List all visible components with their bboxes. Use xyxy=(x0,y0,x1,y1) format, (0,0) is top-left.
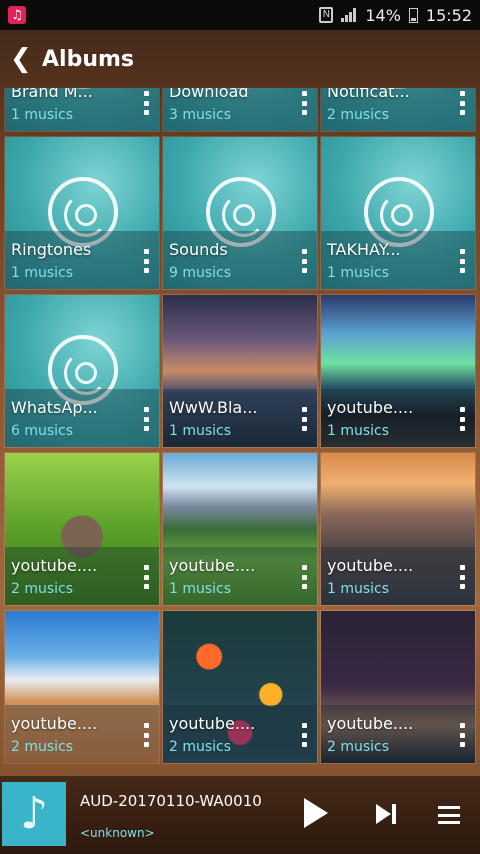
album-tile[interactable]: youtube.... 2 musics xyxy=(4,452,160,606)
album-name: youtube.... xyxy=(327,714,414,733)
track-title: AUD-20170110-WA0010 xyxy=(80,792,262,810)
album-tile[interactable]: youtube.... 2 musics xyxy=(4,610,160,764)
more-vertical-icon[interactable] xyxy=(143,407,149,431)
more-vertical-icon[interactable] xyxy=(143,91,149,115)
album-name: youtube.... xyxy=(11,556,98,575)
mini-player[interactable]: ♪ AUD-20170110-WA0010 <unknown> xyxy=(0,776,480,854)
album-tile[interactable]: WhatsAp... 6 musics xyxy=(4,294,160,448)
album-name: TAKHAY... xyxy=(327,240,401,259)
album-track-count: 1 musics xyxy=(327,265,390,281)
more-vertical-icon[interactable] xyxy=(301,91,307,115)
album-track-count: 1 musics xyxy=(11,107,74,123)
album-name: Sounds xyxy=(169,240,228,259)
album-track-count: 2 musics xyxy=(327,107,390,123)
album-name: youtube.... xyxy=(169,714,256,733)
album-name: youtube.... xyxy=(327,556,414,575)
page-title: Albums xyxy=(42,46,134,72)
album-name: WhatsAp... xyxy=(11,398,98,417)
album-name: WwW.Bla... xyxy=(169,398,258,417)
album-tile[interactable]: WwW.Bla... 1 musics xyxy=(162,294,318,448)
album-track-count: 1 musics xyxy=(169,581,232,597)
album-name: Notificat... xyxy=(327,88,410,101)
more-vertical-icon[interactable] xyxy=(459,249,465,273)
skip-next-icon[interactable] xyxy=(376,804,396,824)
more-vertical-icon[interactable] xyxy=(459,565,465,589)
album-track-count: 2 musics xyxy=(169,739,232,755)
more-vertical-icon[interactable] xyxy=(301,249,307,273)
more-vertical-icon[interactable] xyxy=(143,723,149,747)
more-vertical-icon[interactable] xyxy=(143,565,149,589)
album-tile[interactable]: Download 3 musics xyxy=(162,88,318,132)
more-vertical-icon[interactable] xyxy=(143,249,149,273)
more-vertical-icon[interactable] xyxy=(459,91,465,115)
album-tile[interactable]: youtube.... 1 musics xyxy=(320,452,476,606)
album-tile[interactable]: Brand M... 1 musics xyxy=(4,88,160,132)
album-tile[interactable]: TAKHAY... 1 musics xyxy=(320,136,476,290)
more-vertical-icon[interactable] xyxy=(459,723,465,747)
album-name: youtube.... xyxy=(11,714,98,733)
play-icon[interactable] xyxy=(304,798,328,828)
now-playing-thumbnail[interactable]: ♪ xyxy=(2,782,66,846)
album-track-count: 1 musics xyxy=(327,423,390,439)
album-tile[interactable]: youtube.... 1 musics xyxy=(320,294,476,448)
album-name: Download xyxy=(169,88,249,101)
album-track-count: 1 musics xyxy=(11,265,74,281)
more-vertical-icon[interactable] xyxy=(301,565,307,589)
album-track-count: 6 musics xyxy=(11,423,74,439)
album-tile[interactable]: youtube.... 1 musics xyxy=(162,452,318,606)
more-vertical-icon[interactable] xyxy=(459,407,465,431)
queue-icon[interactable] xyxy=(438,806,460,824)
battery-icon xyxy=(408,7,418,23)
album-tile[interactable]: Sounds 9 musics xyxy=(162,136,318,290)
music-note-icon: ♪ xyxy=(19,788,49,839)
album-name: youtube.... xyxy=(327,398,414,417)
album-name: Brand M... xyxy=(11,88,93,101)
album-track-count: 1 musics xyxy=(327,581,390,597)
album-tile[interactable]: Ringtones 1 musics xyxy=(4,136,160,290)
signal-icon xyxy=(341,8,357,22)
more-vertical-icon[interactable] xyxy=(301,407,307,431)
album-tile[interactable]: youtube.... 2 musics xyxy=(162,610,318,764)
battery-percent: 14% xyxy=(365,5,401,25)
clock: 15:52 xyxy=(425,5,472,25)
album-grid: Brand M... 1 musics Download 3 musics Notifi… xyxy=(0,88,480,776)
album-tile[interactable]: youtube.... 2 musics xyxy=(320,610,476,764)
music-notification-icon: ♫ xyxy=(8,6,26,24)
app-header: ❮ Albums xyxy=(0,30,480,88)
track-artist: <unknown> xyxy=(80,826,155,840)
album-name: youtube.... xyxy=(169,556,256,575)
album-track-count: 1 musics xyxy=(169,423,232,439)
album-track-count: 2 musics xyxy=(11,581,74,597)
status-bar: ♫ N 14% 15:52 xyxy=(0,0,480,30)
album-track-count: 3 musics xyxy=(169,107,232,123)
nfc-icon: N xyxy=(319,7,334,23)
chevron-left-icon[interactable]: ❮ xyxy=(10,44,38,74)
album-track-count: 2 musics xyxy=(327,739,390,755)
more-vertical-icon[interactable] xyxy=(301,723,307,747)
album-track-count: 2 musics xyxy=(11,739,74,755)
album-tile[interactable]: Notificat... 2 musics xyxy=(320,88,476,132)
album-track-count: 9 musics xyxy=(169,265,232,281)
album-name: Ringtones xyxy=(11,240,92,259)
